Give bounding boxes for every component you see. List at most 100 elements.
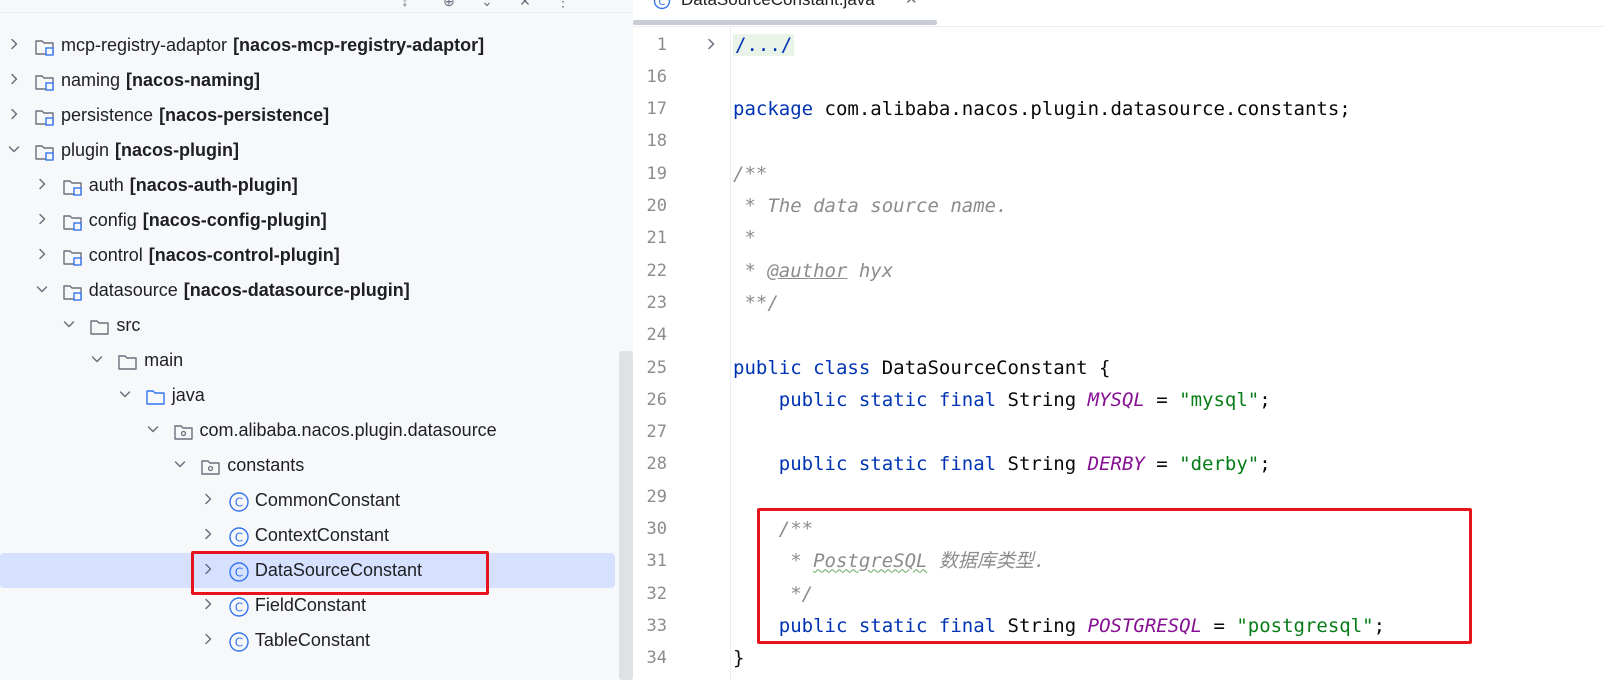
code-token: String [996, 388, 1088, 411]
fold-chevron-icon[interactable] [705, 38, 717, 50]
code-line[interactable]: 21 * [633, 222, 1604, 254]
tree-item-java[interactable]: java [0, 378, 615, 413]
code-line[interactable]: 27 [633, 416, 1604, 448]
line-number: 18 [646, 131, 667, 152]
code-line[interactable]: 28 public static final String DERBY = "d… [633, 448, 1604, 480]
code-editor[interactable]: C DataSourceConstant.java ✕ 1 /.../ 16 17 pa… [633, 0, 1604, 680]
chevron-right-icon[interactable] [8, 108, 20, 120]
chevron-down-icon[interactable] [91, 353, 103, 365]
tree-item-commonconstant[interactable]: C CommonConstant [0, 483, 615, 518]
tree-item-main[interactable]: main [0, 343, 615, 378]
chevron-down-icon[interactable] [174, 458, 186, 470]
tree-scrollbar[interactable] [619, 351, 633, 680]
code-line[interactable]: 1 /.../ [633, 29, 1604, 61]
tree-item-label: control [nacos-control-plugin] [89, 238, 340, 273]
chevron-right-icon[interactable] [36, 213, 48, 225]
chevron-down-icon[interactable] [63, 318, 75, 330]
tree-item-name: src [116, 315, 141, 335]
close-icon[interactable]: ✕ [518, 0, 532, 8]
chevron-down-icon[interactable] [119, 388, 131, 400]
tree-item-name: mcp-registry-adaptor [61, 35, 228, 55]
code-line[interactable]: 19 /** [633, 158, 1604, 190]
tree-item-label: constants [227, 448, 304, 483]
line-number: 30 [646, 519, 667, 539]
tree-item-mcp-registry-adaptor[interactable]: mcp-registry-adaptor [nacos-mcp-registry-… [0, 28, 615, 63]
line-number: 28 [646, 454, 667, 475]
code-line[interactable]: 20 * The data source name. [633, 190, 1604, 222]
collapse-icon[interactable]: ⌄ [480, 0, 494, 8]
tab-close-icon[interactable]: ✕ [905, 0, 918, 8]
chevron-right-icon[interactable] [202, 598, 214, 610]
code-token: } [733, 647, 745, 670]
module-folder-icon [62, 211, 82, 231]
tree-item-constants[interactable]: constants [0, 448, 615, 483]
code-token: /** [733, 162, 768, 185]
tree-item-config[interactable]: config [nacos-config-plugin] [0, 203, 615, 238]
tree-item-module-name: [nacos-control-plugin] [148, 245, 340, 265]
tree-item-naming[interactable]: naming [nacos-naming] [0, 63, 615, 98]
tree-item-label: mcp-registry-adaptor [nacos-mcp-registry-… [61, 28, 484, 63]
tree-item-datasource[interactable]: datasource [nacos-datasource-plugin] [0, 273, 615, 308]
chevron-down-icon[interactable] [147, 423, 159, 435]
code-token: ; [1259, 453, 1271, 476]
code-line[interactable]: 26 public static final String MYSQL = "m… [633, 384, 1604, 416]
code-line[interactable]: 25 public class DataSourceConstant { [633, 352, 1604, 384]
tree-item-auth[interactable]: auth [nacos-auth-plugin] [0, 168, 615, 203]
tree-highlight-box [191, 551, 489, 595]
tree-item-label: persistence [nacos-persistence] [61, 98, 329, 133]
code-token: * [733, 259, 768, 282]
tree-item-tableconstant[interactable]: C TableConstant [0, 623, 615, 658]
project-panel: ↕ ⊕ ⌄ ✕ ⋮ mcp-registry-adaptor [nacos-mcp… [0, 0, 633, 680]
tree-item-control[interactable]: control [nacos-control-plugin] [0, 238, 615, 273]
chevron-down-icon[interactable] [36, 283, 48, 295]
code-line[interactable]: 16 [633, 61, 1604, 93]
svg-text:C: C [235, 601, 243, 615]
code-line[interactable]: 34} [633, 642, 1604, 674]
chevron-right-icon[interactable] [8, 73, 20, 85]
tree-item-com-alibaba-nacos-plugin-datasource[interactable]: com.alibaba.nacos.plugin.datasource [0, 413, 615, 448]
chevron-right-icon[interactable] [202, 633, 214, 645]
tree-item-src[interactable]: src [0, 308, 615, 343]
code-token[interactable]: /.../ [733, 33, 795, 56]
line-number: 16 [646, 66, 667, 87]
tree-item-name: main [144, 350, 184, 370]
chevron-right-icon[interactable] [8, 38, 20, 50]
scroll-from-source-icon[interactable]: ↕ [398, 0, 412, 8]
class-icon: C [228, 596, 249, 617]
package-icon [200, 456, 220, 476]
code-token: MYSQL [1087, 388, 1145, 411]
code-line[interactable]: 18 [633, 125, 1604, 157]
chevron-right-icon[interactable] [36, 178, 48, 190]
chevron-down-icon[interactable] [8, 143, 20, 155]
code-token: com.alibaba.nacos.plugin.datasource.cons… [813, 98, 1351, 121]
chevron-right-icon[interactable] [202, 493, 214, 505]
tree-item-name: naming [61, 70, 121, 90]
tree-item-contextconstant[interactable]: C ContextConstant [0, 518, 615, 553]
folder-icon [117, 351, 137, 371]
code-text: package com.alibaba.nacos.plugin.datasou… [733, 93, 1351, 125]
chevron-right-icon[interactable] [202, 528, 214, 540]
line-number: 33 [646, 615, 667, 636]
code-line[interactable]: 17 package com.alibaba.nacos.plugin.datas… [633, 93, 1604, 125]
tree-item-name: FieldConstant [254, 595, 366, 615]
code-line[interactable]: 23 **/ [633, 287, 1604, 319]
editor-tab-title[interactable]: DataSourceConstant.java [681, 0, 875, 10]
tree-item-plugin[interactable]: plugin [nacos-plugin] [0, 133, 615, 168]
active-tab-indicator [633, 20, 937, 25]
more-options-icon[interactable]: ⋮ [556, 0, 570, 8]
code-token: package [733, 98, 814, 121]
code-token: @author [767, 259, 848, 282]
code-token: "mysql" [1179, 388, 1260, 411]
code-text: * [733, 222, 755, 254]
code-token: public static final [733, 388, 997, 411]
tree-item-module-name: [nacos-plugin] [115, 140, 240, 160]
project-panel-toolbar: ↕ ⊕ ⌄ ✕ ⋮ [0, 0, 633, 13]
tree-item-label: ContextConstant [255, 518, 389, 553]
code-line[interactable]: 24 [633, 319, 1604, 351]
tree-item-persistence[interactable]: persistence [nacos-persistence] [0, 98, 615, 133]
chevron-right-icon[interactable] [36, 248, 48, 260]
code-line[interactable]: 22 * @author hyx [633, 255, 1604, 287]
code-token: public class [733, 356, 871, 379]
locate-icon[interactable]: ⊕ [442, 0, 456, 8]
tree-item-label: TableConstant [255, 623, 370, 658]
